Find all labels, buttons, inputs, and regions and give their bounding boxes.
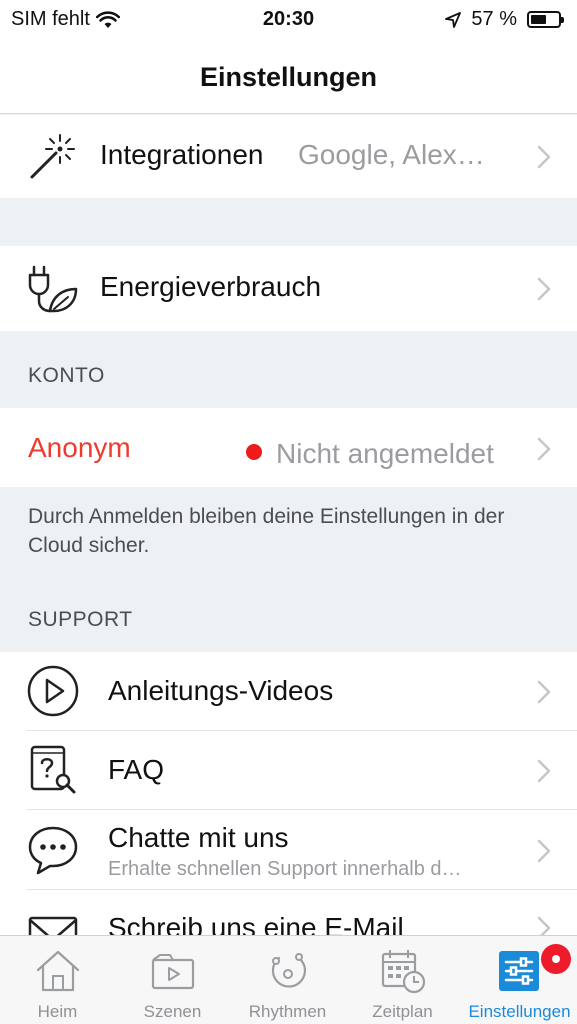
tab-label: Einstellungen: [468, 1002, 571, 1021]
support-item-videos[interactable]: Anleitungs-Videos: [0, 652, 577, 731]
rhythm-icon: [271, 953, 306, 988]
chevron-right-icon: [537, 145, 551, 169]
chevron-right-icon: [537, 277, 551, 301]
tab-label: Rhythmen: [248, 1002, 327, 1021]
account-status: Nicht angemeldet: [276, 438, 494, 469]
chevron-right-icon: [537, 759, 551, 783]
notification-badge: [541, 944, 571, 974]
plug-leaf-icon: [28, 265, 78, 313]
tab-scenes[interactable]: Szenen: [115, 936, 230, 1024]
system-status: 57 %: [445, 8, 564, 31]
energy-usage-label: Energieverbrauch: [100, 271, 322, 302]
support-item-chat[interactable]: Chatte mit uns Erhalte schnellen Support…: [0, 810, 577, 890]
tab-schedule[interactable]: Zeitplan: [345, 936, 460, 1024]
integrations-value: Google, Alex…: [298, 139, 485, 170]
account-user-label: Anonym: [28, 432, 131, 463]
support-item-subtitle: Erhalte schnellen Support innerhalb d…: [108, 858, 462, 880]
support-section-header: SUPPORT: [28, 608, 133, 631]
account-section-header: KONTO: [28, 364, 105, 387]
energy-usage-row[interactable]: Energieverbrauch: [0, 246, 577, 331]
location-arrow-icon: [445, 11, 462, 28]
chat-bubble-icon: [28, 826, 78, 875]
faq-icon: [30, 745, 76, 794]
account-footnote: Durch Anmelden bleiben deine Einstellung…: [28, 505, 505, 557]
play-circle-icon: [27, 665, 79, 717]
support-item-label: FAQ: [108, 754, 165, 785]
page-title: Einstellungen: [199, 62, 378, 92]
tab-label: Zeitplan: [372, 1002, 433, 1021]
tab-label: Heim: [37, 1002, 78, 1021]
integrations-label: Integrationen: [100, 139, 264, 170]
navigation-bar: Einstellungen: [0, 40, 577, 114]
tab-label: Szenen: [143, 1002, 202, 1021]
battery-icon: [527, 11, 564, 28]
battery-percent: 57 %: [471, 8, 517, 30]
chevron-right-icon: [537, 437, 551, 461]
calendar-clock-icon: [381, 950, 426, 994]
settings-sliders-icon: [499, 951, 539, 991]
account-row[interactable]: Anonym Nicht angemeldet: [0, 408, 577, 487]
status-bar: SIM fehlt 20:30 57 %: [0, 0, 577, 40]
tab-home[interactable]: Heim: [0, 936, 115, 1024]
support-item-label: Anleitungs-Videos: [108, 675, 334, 706]
chevron-right-icon: [537, 680, 551, 704]
integrations-row[interactable]: Integrationen Google, Alex…: [0, 115, 577, 198]
chevron-right-icon: [537, 839, 551, 863]
home-icon: [36, 950, 80, 992]
scenes-icon: [151, 954, 195, 990]
battery-cap: [561, 17, 564, 23]
signed-out-indicator: [246, 444, 262, 460]
magic-wand-icon: [30, 134, 75, 179]
tab-bar: Heim Szenen Rhythmen Zeitplan Einstellun…: [0, 935, 577, 1024]
battery-level-fill: [531, 15, 546, 24]
support-item-label: Chatte mit uns: [108, 822, 289, 853]
tab-settings[interactable]: Einstellungen: [462, 936, 577, 1024]
tab-rhythms[interactable]: Rhythmen: [230, 936, 345, 1024]
support-item-faq[interactable]: FAQ: [0, 731, 577, 810]
